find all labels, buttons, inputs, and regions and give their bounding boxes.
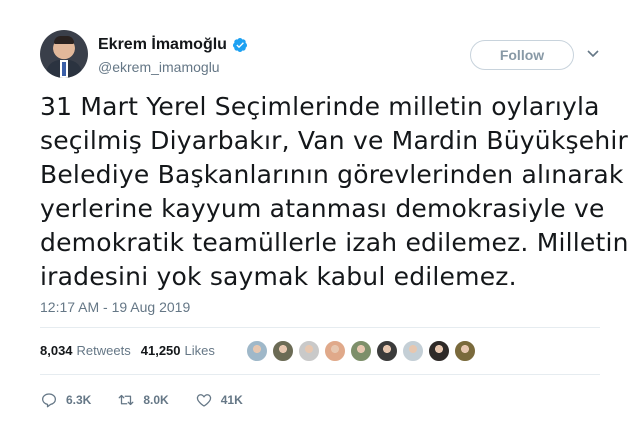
retweet-count: 8.0K <box>143 393 169 407</box>
liker-avatar[interactable] <box>350 340 372 362</box>
tweet-line: 31 Mart Yerel Seçimlerinde milletin oyla… <box>40 92 600 121</box>
avatar-hair <box>54 36 74 44</box>
tweet-line: iradesini yok saymak kabul edilemez. <box>40 262 517 291</box>
reply-icon <box>41 393 57 408</box>
avatar[interactable] <box>40 30 88 78</box>
likes-stat[interactable]: 41,250 Likes <box>141 343 215 358</box>
display-name[interactable]: Ekrem İmamoğlu <box>98 36 227 54</box>
likes-count: 41,250 <box>140 343 181 358</box>
retweet-button[interactable]: 8.0K <box>117 391 169 409</box>
tweet-line: yerlerine kayyum atanması demokrasiyle v… <box>40 194 605 223</box>
like-count: 41K <box>220 393 243 407</box>
liker-avatar[interactable] <box>246 340 268 362</box>
chevron-down-icon[interactable] <box>586 46 600 60</box>
liker-avatar[interactable] <box>324 340 346 362</box>
retweets-label: Retweets <box>76 343 131 358</box>
liker-avatar[interactable] <box>272 340 294 362</box>
retweets-count: 8,034 <box>40 343 73 358</box>
likes-label: Likes <box>184 343 215 358</box>
tweet-line: seçilmiş Diyarbakır, Van ve Mardin Büyük… <box>40 126 629 155</box>
liker-avatar[interactable] <box>428 340 450 362</box>
tweet-line: Belediye Başkanlarının görevlerinden alı… <box>40 160 624 189</box>
tweet-timestamp[interactable]: 12:17 AM - 19 Aug 2019 <box>40 299 190 315</box>
tweet-header: Ekrem İmamoğlu @ekrem_imamoglu Follow <box>40 28 610 80</box>
follow-button[interactable]: Follow <box>470 40 574 70</box>
liker-avatar[interactable] <box>298 340 320 362</box>
liker-avatar[interactable] <box>376 340 398 362</box>
liker-avatar[interactable] <box>402 340 424 362</box>
tweet-actions: 6.3K 8.0K 41K <box>40 391 269 409</box>
heart-icon <box>196 394 211 407</box>
liker-avatar[interactable] <box>454 340 476 362</box>
verified-badge-icon <box>232 38 247 52</box>
tweet-stats: 8,034 Retweets 41,250 Likes <box>40 343 225 358</box>
avatar-tie <box>62 62 66 76</box>
reply-count: 6.3K <box>66 393 92 407</box>
liker-avatars[interactable] <box>246 340 480 362</box>
user-handle[interactable]: @ekrem_imamoglu <box>98 59 220 75</box>
tweet-line: demokratik teamüllerle izah edilemez. Mi… <box>40 228 629 257</box>
name-row: Ekrem İmamoğlu <box>98 36 248 54</box>
retweets-stat[interactable]: 8,034 Retweets <box>40 343 131 358</box>
divider <box>40 374 600 375</box>
like-button[interactable]: 41K <box>195 391 243 409</box>
divider <box>40 327 600 328</box>
reply-button[interactable]: 6.3K <box>40 391 91 409</box>
retweet-icon <box>118 394 134 406</box>
tweet-text: 31 Mart Yerel Seçimlerinde milletin oyla… <box>40 90 629 294</box>
